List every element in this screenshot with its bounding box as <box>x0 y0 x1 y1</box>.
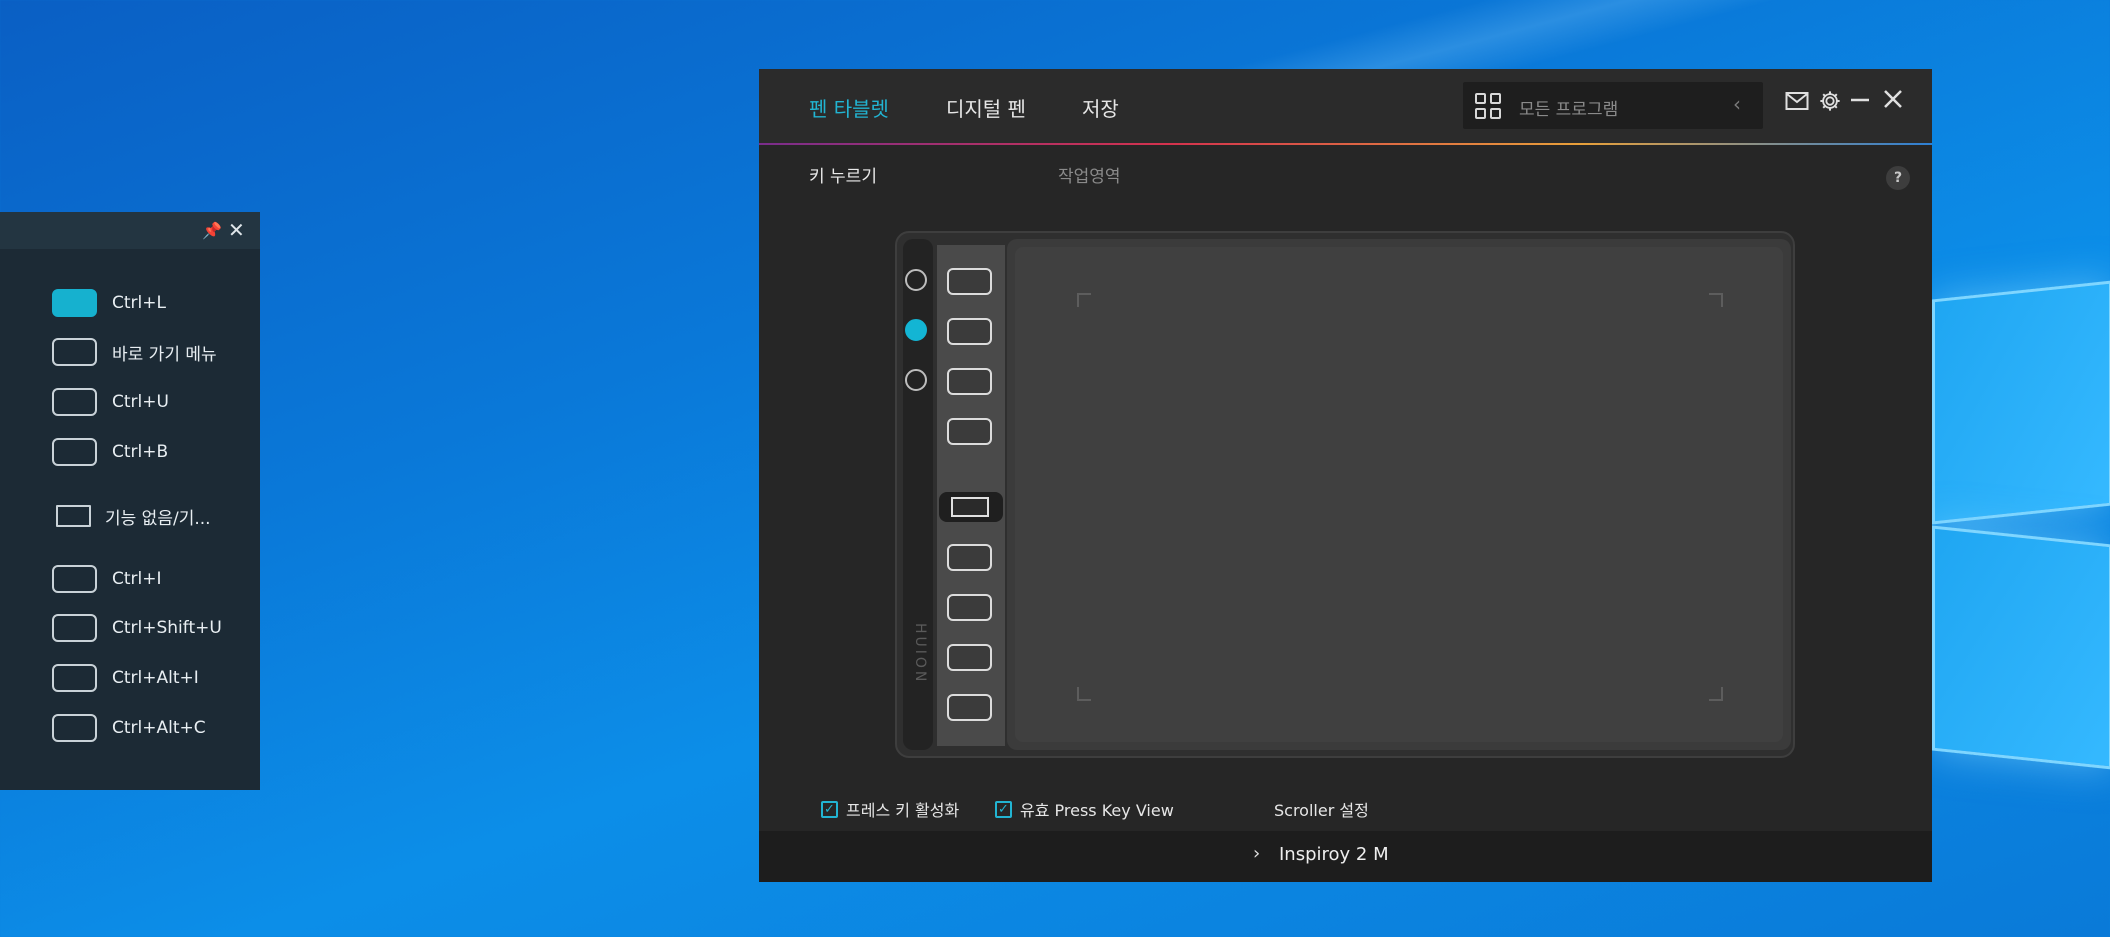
huion-driver-window: 펜 타블렛 디지털 펜 저장 모든 프로그램 ‹ 키 누르기 작업영역 ? HU… <box>759 69 1932 882</box>
tablet-express-key[interactable] <box>947 418 992 445</box>
active-area-corner <box>1709 293 1723 307</box>
device-footer[interactable]: › Inspiroy 2 M <box>759 831 1932 882</box>
windows-logo <box>1932 280 2110 770</box>
tablet-illustration: HUION <box>895 231 1795 758</box>
scroller-key-button[interactable] <box>56 505 91 527</box>
tablet-active-area <box>1007 239 1791 750</box>
press-key-label: Ctrl+B <box>112 442 169 462</box>
tablet-scroller[interactable] <box>939 492 1003 522</box>
minimize-icon[interactable] <box>1850 90 1870 114</box>
program-selector[interactable]: 모든 프로그램 ‹ <box>1463 82 1763 129</box>
press-key-row[interactable]: 기능 없음/기... <box>52 501 211 531</box>
press-key-row[interactable]: Ctrl+L <box>52 288 166 318</box>
tab-pen-tablet[interactable]: 펜 타블렛 <box>809 93 889 122</box>
press-key-row[interactable]: Ctrl+U <box>52 387 169 417</box>
scroller-settings-link[interactable]: Scroller 설정 <box>1274 797 1369 821</box>
press-key-button[interactable] <box>52 714 97 742</box>
press-key-label: Ctrl+Alt+C <box>112 718 206 738</box>
app-header: 펜 타블렛 디지털 펜 저장 모든 프로그램 ‹ <box>759 69 1932 143</box>
help-icon[interactable]: ? <box>1886 166 1910 190</box>
press-key-button[interactable] <box>52 289 97 317</box>
header-gradient-divider <box>759 143 1932 145</box>
press-key-label: Ctrl+U <box>112 392 169 412</box>
tablet-express-key[interactable] <box>947 268 992 295</box>
close-icon[interactable]: ✕ <box>228 218 245 242</box>
tab-digital-pen[interactable]: 디지털 펜 <box>946 93 1026 122</box>
tablet-express-key[interactable] <box>947 368 992 395</box>
press-key-button[interactable] <box>52 664 97 692</box>
press-key-panel: 📌 ✕ Ctrl+L 바로 가기 메뉴 Ctrl+U Ctrl+B 기능 없음/… <box>0 212 260 790</box>
tablet-indicator-dot[interactable] <box>905 369 927 391</box>
press-key-label: Ctrl+I <box>112 569 162 589</box>
press-key-row[interactable]: Ctrl+B <box>52 437 168 467</box>
pin-icon[interactable]: 📌 <box>202 221 222 240</box>
active-area-corner <box>1077 293 1091 307</box>
press-key-view-checkbox[interactable]: ✓ 유효 Press Key View <box>995 797 1174 821</box>
press-key-row[interactable]: Ctrl+Shift+U <box>52 613 222 643</box>
press-key-row[interactable]: Ctrl+I <box>52 564 162 594</box>
subtab-work-area[interactable]: 작업영역 <box>1058 162 1121 187</box>
checkbox-checked-icon[interactable]: ✓ <box>821 800 838 818</box>
huion-logo: HUION <box>912 623 928 685</box>
press-key-row[interactable]: Ctrl+Alt+C <box>52 713 206 743</box>
apps-grid-icon[interactable] <box>1475 93 1501 119</box>
chevron-right-icon[interactable]: › <box>1253 843 1260 864</box>
tablet-express-key[interactable] <box>947 594 992 621</box>
enable-press-key-checkbox[interactable]: ✓ 프레스 키 활성화 <box>821 797 959 821</box>
press-key-button[interactable] <box>52 565 97 593</box>
tablet-express-key[interactable] <box>947 694 992 721</box>
tablet-work-surface <box>1015 247 1783 742</box>
press-key-view-label: 유효 Press Key View <box>1020 801 1174 820</box>
mail-icon[interactable] <box>1785 91 1809 115</box>
tab-save[interactable]: 저장 <box>1082 93 1119 122</box>
subtab-press-key[interactable]: 키 누르기 <box>809 162 877 187</box>
tablet-express-key[interactable] <box>947 544 992 571</box>
chevron-left-icon[interactable]: ‹ <box>1733 92 1741 116</box>
press-key-label: Ctrl+Alt+I <box>112 668 199 688</box>
active-area-corner <box>1077 687 1091 701</box>
device-name: Inspiroy 2 M <box>1279 844 1389 865</box>
press-key-label: Ctrl+Shift+U <box>112 618 222 638</box>
checkbox-checked-icon[interactable]: ✓ <box>995 800 1012 818</box>
program-selector-placeholder: 모든 프로그램 <box>1519 100 1619 120</box>
tablet-indicator-dot[interactable] <box>905 269 927 291</box>
tablet-express-key[interactable] <box>947 318 992 345</box>
enable-press-key-label: 프레스 키 활성화 <box>846 801 960 820</box>
press-key-row[interactable]: 바로 가기 메뉴 <box>52 337 217 367</box>
press-key-button[interactable] <box>52 438 97 466</box>
active-area-corner <box>1709 687 1723 701</box>
tablet-express-key[interactable] <box>947 644 992 671</box>
press-key-button[interactable] <box>52 388 97 416</box>
press-key-row[interactable]: Ctrl+Alt+I <box>52 663 199 693</box>
press-key-label: 바로 가기 메뉴 <box>112 344 217 365</box>
press-key-button[interactable] <box>52 338 97 366</box>
press-key-label: Ctrl+L <box>112 293 166 313</box>
press-key-label: 기능 없음/기... <box>105 508 211 529</box>
close-window-icon[interactable] <box>1883 89 1903 113</box>
gear-icon[interactable] <box>1819 90 1841 116</box>
tablet-indicator-dot[interactable] <box>905 319 927 341</box>
panel-titlebar: 📌 ✕ <box>0 212 260 249</box>
press-key-button[interactable] <box>52 614 97 642</box>
